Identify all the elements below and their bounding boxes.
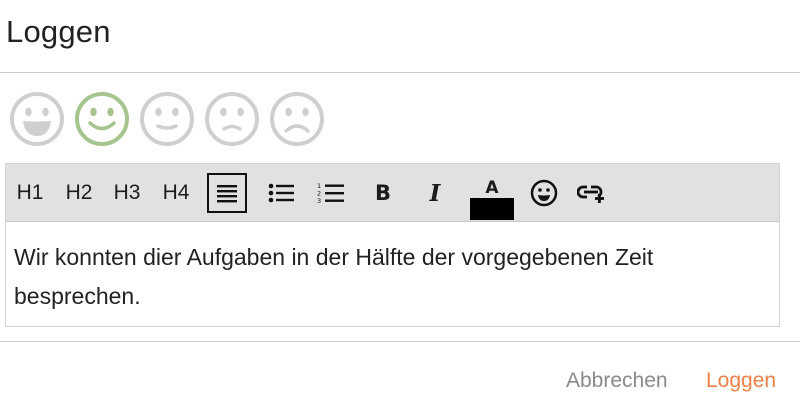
mood-selector [9, 91, 325, 147]
heading-3-button[interactable]: H3 [111, 164, 143, 222]
divider [0, 72, 800, 73]
heading-2-button[interactable]: H2 [63, 164, 95, 222]
editor-content[interactable]: Wir konnten dier Aufgaben in der Hälfte … [14, 238, 764, 316]
emoji-button[interactable] [527, 164, 561, 222]
log-dialog: Loggen H1 H2 H3 H4 1 2 3 B I A Wir konnt… [0, 0, 800, 412]
sad-icon[interactable] [269, 91, 325, 147]
insert-link-button[interactable] [574, 164, 610, 222]
svg-text:3: 3 [317, 197, 321, 204]
heading-1-button[interactable]: H1 [14, 164, 46, 222]
bold-button[interactable]: B [368, 164, 398, 222]
font-color-swatch[interactable] [470, 198, 514, 220]
emoji-icon [530, 179, 558, 207]
bullet-list-icon [268, 183, 294, 203]
rich-text-editor: H1 H2 H3 H4 1 2 3 B I A Wir konnten dier… [5, 163, 780, 327]
align-justify-icon [217, 185, 237, 203]
editor-toolbar: H1 H2 H3 H4 1 2 3 B I A [6, 164, 779, 222]
neutral-icon[interactable] [139, 91, 195, 147]
slightly-sad-icon[interactable] [204, 91, 260, 147]
insert-link-icon [577, 185, 604, 203]
very-happy-icon[interactable] [9, 91, 65, 147]
dialog-title: Loggen [6, 14, 111, 49]
numbered-list-icon: 1 2 3 [317, 182, 344, 204]
divider [0, 341, 800, 342]
font-color-button[interactable]: A [470, 164, 514, 198]
log-button[interactable]: Loggen [706, 369, 776, 393]
italic-button[interactable]: I [420, 164, 450, 222]
align-justify-button[interactable] [207, 164, 247, 222]
heading-4-button[interactable]: H4 [160, 164, 192, 222]
bullet-list-button[interactable] [263, 164, 299, 222]
happy-icon[interactable] [74, 91, 130, 147]
cancel-button[interactable]: Abbrechen [566, 369, 668, 393]
numbered-list-button[interactable]: 1 2 3 [313, 164, 349, 222]
